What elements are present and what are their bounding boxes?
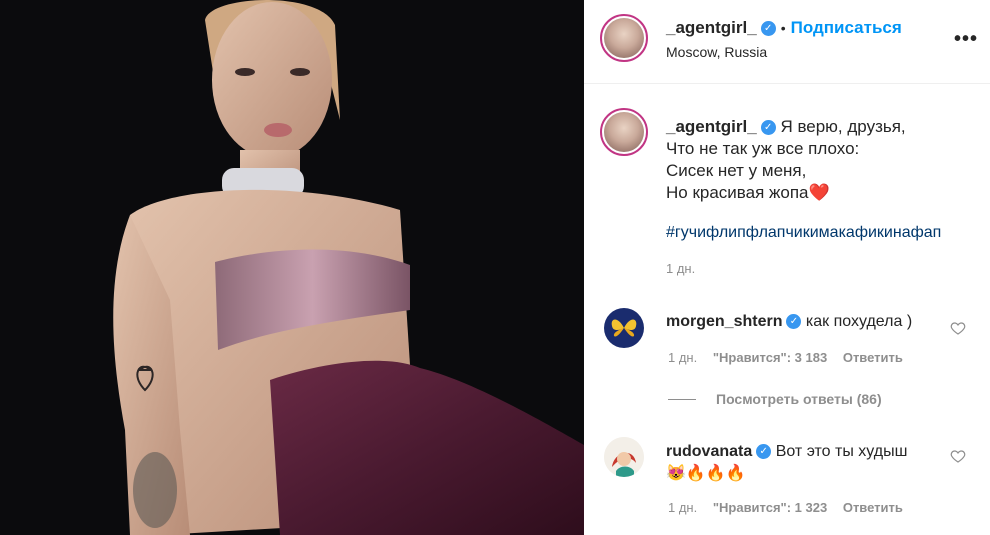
caption-line-3: Сисек нет у меня, [666, 161, 807, 180]
caption-avatar[interactable] [600, 108, 648, 156]
caption: _agentgirl_ ✓ Я верю, друзья, Что не так … [666, 116, 982, 276]
caption-line-2: Что не так уж все плохо: [666, 139, 860, 158]
comment-2-reply-button[interactable]: Ответить [843, 500, 903, 515]
caption-username[interactable]: _agentgirl_ [666, 117, 757, 136]
caption-body: _agentgirl_ ✓ Я верю, друзья, Что не так … [666, 116, 982, 204]
header-title-row: _agentgirl_ ✓ • Подписаться [666, 18, 902, 38]
caption-avatar-wrap [600, 108, 648, 156]
verified-icon: ✓ [760, 120, 776, 136]
comment-1-time[interactable]: 1 дн. [668, 350, 697, 365]
comment-1: morgen_shtern ✓ как похудела ) [666, 313, 956, 331]
view-replies-button[interactable]: Посмотреть ответы (86) [716, 391, 882, 407]
comment-1-username[interactable]: morgen_shtern [666, 313, 782, 330]
post-side-panel: _agentgirl_ ✓ • Подписаться Moscow, Russia … [584, 0, 990, 535]
like-heart-icon[interactable] [950, 320, 966, 336]
author-avatar[interactable] [600, 14, 648, 62]
replies-divider [668, 399, 696, 401]
comment-2: rudovanata ✓ Вот это ты худыш 😻🔥🔥🔥 [666, 441, 956, 485]
commenter-avatar-rudovanata[interactable] [604, 437, 644, 477]
caption-time[interactable]: 1 дн. [666, 261, 982, 276]
comment-1-likes[interactable]: "Нравится": 3 183 [713, 350, 827, 365]
caption-line-4: Но красивая жопа [666, 183, 809, 202]
verified-icon: ✓ [756, 444, 772, 460]
verified-icon: ✓ [786, 314, 802, 330]
like-heart-icon[interactable] [950, 448, 966, 464]
avatar-illustration [604, 437, 644, 477]
comment-2-time[interactable]: 1 дн. [668, 500, 697, 515]
comment-1-text: как похудела ) [805, 313, 913, 330]
more-options-icon[interactable]: ••• [954, 28, 978, 51]
comment-1-reply-button[interactable]: Ответить [843, 350, 903, 365]
comment-2-text: Вот это ты худыш [775, 443, 908, 460]
author-username[interactable]: _agentgirl_ [666, 18, 757, 37]
view-replies-row[interactable]: Посмотреть ответы (86) [668, 391, 882, 409]
follow-button[interactable]: Подписаться [791, 18, 902, 37]
post-location[interactable]: Moscow, Russia [666, 44, 767, 60]
verified-icon: ✓ [760, 21, 776, 37]
comment-1-meta: 1 дн. "Нравится": 3 183 Ответить [668, 350, 903, 365]
post-header: _agentgirl_ ✓ • Подписаться Moscow, Russia … [584, 0, 990, 84]
comment-2-likes[interactable]: "Нравится": 1 323 [713, 500, 827, 515]
butterfly-icon [611, 319, 637, 337]
caption-hashtag[interactable]: #гучифлипфлапчикимакафикинафап [666, 224, 982, 242]
comment-2-emoji: 😻🔥🔥🔥 [666, 465, 746, 482]
caption-line-1: Я верю, друзья, [780, 117, 906, 136]
comment-2-meta: 1 дн. "Нравится": 1 323 Ответить [668, 500, 903, 515]
commenter-avatar-morgen[interactable] [604, 308, 644, 348]
post-photo[interactable] [0, 0, 584, 535]
post-photo-art [0, 0, 584, 535]
comment-2-username[interactable]: rudovanata [666, 443, 752, 460]
separator-dot: • [780, 20, 786, 36]
heart-emoji: ❤️ [808, 183, 830, 202]
